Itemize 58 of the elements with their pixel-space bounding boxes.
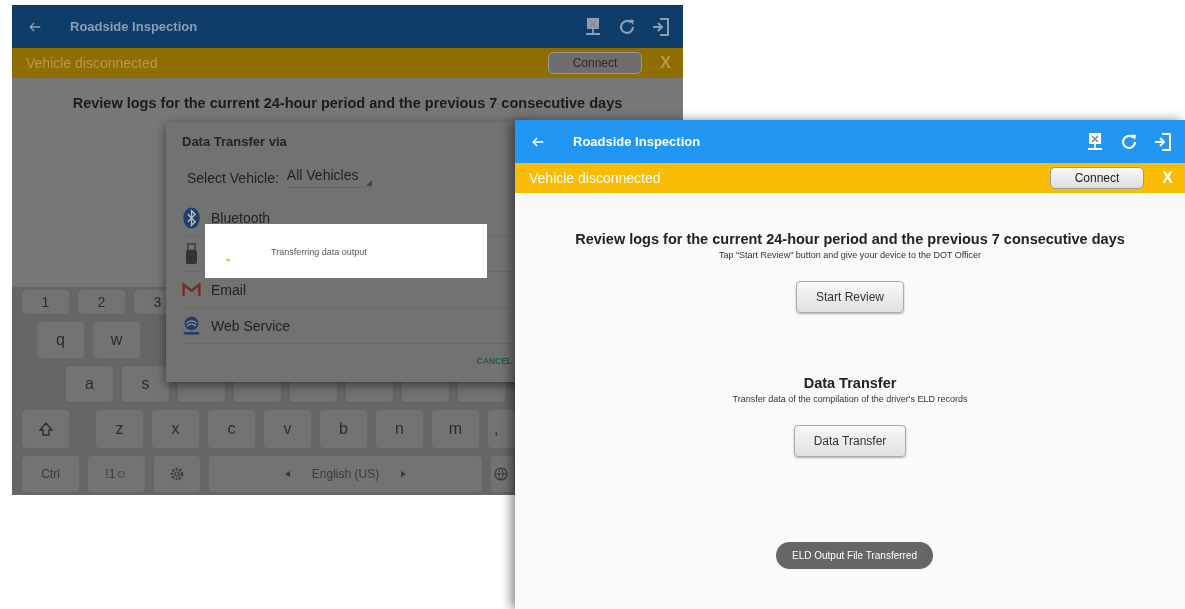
- right-triangle-icon: [401, 471, 407, 477]
- keyboard-key[interactable]: w: [93, 322, 140, 358]
- keyboard-key[interactable]: !1☺: [88, 456, 145, 492]
- select-label: Select Vehicle:: [187, 169, 279, 186]
- action-button[interactable]: Start Review: [796, 281, 904, 313]
- keyboard-key[interactable]: 1: [22, 290, 69, 314]
- logout-icon[interactable]: [651, 16, 671, 37]
- screen-title: Roadside Inspection: [573, 134, 701, 149]
- network-disconnected-icon[interactable]: [1085, 131, 1105, 152]
- keyboard-key[interactable]: 2: [78, 290, 125, 314]
- status-text: Vehicle disconnected: [529, 170, 661, 186]
- action-button[interactable]: Data Transfer: [793, 425, 907, 457]
- agency-emblem-icon: [182, 314, 201, 337]
- toast-message: ELD Output File Transferred: [776, 542, 934, 569]
- section-description: Tap "Start Review" button and give your device to the DOT Officer: [718, 250, 982, 260]
- section-heading: Review logs for the current 24-hour period and the previous 7 consecutive days: [575, 231, 1125, 247]
- settings-icon: [169, 466, 185, 482]
- vehicle-dropdown[interactable]: All Vehicles: [284, 167, 373, 188]
- section-description: Transfer data of the compilation of the driver's ELD records: [732, 394, 968, 404]
- option-label: Web Service: [211, 317, 291, 334]
- close-button[interactable]: X: [660, 54, 671, 72]
- keyboard-key[interactable]: z: [96, 410, 143, 448]
- option-label: Bluetooth: [211, 209, 271, 226]
- shift-key[interactable]: [22, 410, 69, 448]
- spinner-icon: [225, 256, 233, 264]
- bluetooth-icon: [182, 206, 201, 229]
- network-disconnected-icon[interactable]: [583, 16, 603, 37]
- keyboard-key[interactable]: ,: [488, 410, 515, 448]
- section-heading: Data Transfer: [803, 375, 897, 391]
- option-label: Email: [211, 281, 246, 298]
- left-triangle-icon: [284, 471, 290, 477]
- keyboard-key[interactable]: Ctrl: [22, 456, 79, 492]
- logout-icon[interactable]: [1153, 131, 1173, 152]
- section-heading: Review logs for the current 24-hour period and the previous 7 consecutive days: [72, 95, 623, 111]
- progress-message: Transferring data output: [271, 247, 367, 257]
- keyboard-key[interactable]: n: [376, 410, 423, 448]
- shift-arrow-icon: [37, 421, 54, 437]
- settings-key[interactable]: [154, 456, 200, 492]
- keyboard-key[interactable]: b: [320, 410, 367, 448]
- keyboard-key[interactable]: s: [122, 366, 169, 402]
- dialog-title: Data Transfer via: [182, 134, 288, 149]
- connect-button[interactable]: Connect: [547, 52, 643, 74]
- transfer-option[interactable]: Web Service: [182, 308, 512, 344]
- keyboard-key[interactable]: v: [264, 410, 311, 448]
- keyboard-key[interactable]: a: [66, 366, 113, 402]
- status-text: Vehicle disconnected: [26, 55, 158, 71]
- keyboard-language-label: English (US): [311, 467, 380, 481]
- connect-button[interactable]: Connect: [1049, 167, 1145, 189]
- globe-icon: [493, 466, 509, 482]
- keyboard-key[interactable]: x: [152, 410, 199, 448]
- keyboard-key[interactable]: m: [432, 410, 479, 448]
- keyboard-key[interactable]: q: [37, 322, 84, 358]
- space-key[interactable]: English (US): [209, 456, 482, 492]
- close-button[interactable]: X: [1162, 169, 1173, 187]
- keyboard-key[interactable]: c: [208, 410, 255, 448]
- language-key[interactable]: [491, 456, 513, 492]
- screen-title: Roadside Inspection: [70, 19, 198, 34]
- cancel-button[interactable]: CANCEL: [476, 356, 512, 366]
